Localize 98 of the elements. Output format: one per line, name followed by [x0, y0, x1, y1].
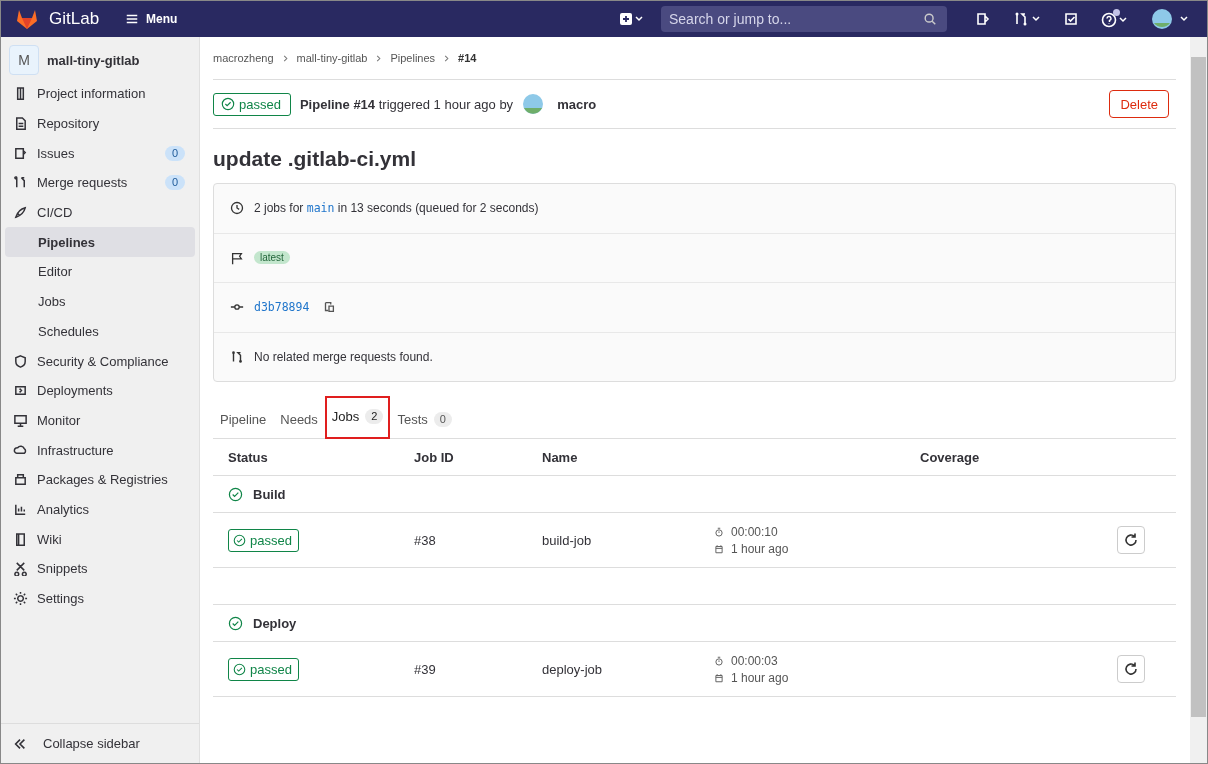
status-badge[interactable]: passed: [228, 528, 299, 552]
sidebar-item[interactable]: Infrastructure: [5, 435, 195, 465]
sidebar-item[interactable]: Wiki: [5, 524, 195, 554]
collapse-sidebar-button[interactable]: Collapse sidebar: [1, 723, 199, 763]
finished-time-text: 1 hour ago: [731, 670, 789, 685]
stopwatch-icon: [714, 526, 724, 537]
brand-name[interactable]: GitLab: [49, 9, 100, 29]
sidebar-subitem[interactable]: Schedules: [5, 316, 195, 347]
breadcrumb-link[interactable]: #14: [458, 52, 477, 64]
sidebar-subitem[interactable]: Pipelines: [5, 227, 195, 258]
sidebar-icon: [13, 472, 28, 488]
merge-requests-text: No related merge requests found.: [254, 349, 433, 364]
chevron-right-icon: [281, 54, 289, 62]
sidebar-subitem[interactable]: Editor: [5, 257, 195, 287]
retry-icon: [1123, 661, 1139, 677]
delete-button[interactable]: Delete: [1109, 90, 1169, 118]
project-name[interactable]: mall-tiny-gitlab: [47, 52, 140, 68]
retry-icon: [1123, 532, 1139, 548]
scrollbar[interactable]: [1190, 37, 1207, 763]
success-check-icon: [228, 486, 243, 502]
sidebar-item[interactable]: Packages & Registries: [5, 464, 195, 495]
status-badge[interactable]: passed: [213, 92, 291, 116]
finished-time-text: 1 hour ago: [731, 541, 789, 556]
breadcrumb-link[interactable]: macrozheng: [213, 52, 274, 64]
sidebar-subitem[interactable]: Jobs: [5, 286, 195, 317]
sidebar-icon: [13, 205, 28, 221]
sidebar-icon: [13, 116, 28, 132]
retry-button[interactable]: [1117, 655, 1145, 683]
calendar-icon: [714, 672, 724, 683]
calendar-icon: [714, 543, 724, 554]
sidebar-icon: [13, 561, 28, 577]
count-badge: 0: [164, 175, 185, 191]
merge-request-icon: [230, 349, 244, 364]
pipeline-trigger-text: Pipeline #14 triggered 1 hour ago by: [299, 96, 514, 112]
stage-name: Build: [253, 486, 286, 502]
tab[interactable]: Pipeline: [213, 402, 274, 439]
retry-button[interactable]: [1117, 526, 1145, 554]
search-icon: [923, 12, 937, 26]
job-name-link[interactable]: deploy-job: [542, 661, 602, 677]
double-chevron-left-icon: [13, 736, 27, 751]
job-id-link[interactable]: #39: [414, 661, 436, 677]
sidebar-item[interactable]: Monitor: [5, 405, 195, 436]
stopwatch-icon: [714, 655, 724, 666]
chevron-right-icon: [443, 54, 451, 62]
job-name-link[interactable]: build-job: [542, 532, 592, 548]
project-avatar[interactable]: M: [9, 45, 39, 75]
menu-button[interactable]: Menu: [121, 8, 182, 30]
status-badge[interactable]: passed: [228, 657, 299, 681]
sidebar-item[interactable]: Analytics: [5, 494, 195, 525]
tab[interactable]: Jobs 2: [324, 396, 391, 439]
breadcrumb-link[interactable]: mall-tiny-gitlab: [296, 52, 368, 64]
sidebar-item[interactable]: Repository: [5, 108, 195, 139]
commit-title: update .gitlab-ci.yml: [213, 147, 418, 171]
tab[interactable]: Tests 0: [390, 402, 459, 439]
merge-request-dropdown-icon[interactable]: [1013, 11, 1041, 27]
sidebar-item[interactable]: Snippets: [5, 554, 195, 584]
commit-sha-link[interactable]: d3b78894: [254, 300, 310, 315]
chevron-right-icon: [375, 54, 383, 62]
sidebar-item[interactable]: CI/CD: [5, 197, 195, 228]
sidebar-item[interactable]: Settings: [5, 583, 195, 614]
jobs-summary-text: 2 jobs for main in 13 seconds (queued for 2 seconds): [254, 201, 539, 216]
todo-checkbox-icon[interactable]: [1063, 11, 1079, 27]
sidebar-icon: [13, 353, 28, 369]
branch-link[interactable]: main: [306, 201, 335, 216]
column-header: Name: [542, 449, 579, 465]
stage-name: Deploy: [253, 615, 297, 631]
clock-icon: [230, 201, 244, 216]
job-id-link[interactable]: #38: [414, 532, 436, 548]
sidebar-item[interactable]: Project information: [5, 79, 195, 109]
breadcrumb-link[interactable]: Pipelines: [390, 52, 436, 64]
tab[interactable]: Needs: [273, 402, 325, 439]
fox-logo-icon[interactable]: [15, 8, 39, 30]
plus-dropdown-icon[interactable]: [617, 11, 645, 27]
user-avatar-dropdown[interactable]: [1151, 8, 1189, 30]
sidebar-item[interactable]: Issues 0: [5, 138, 195, 169]
duration-text: 00:00:10: [731, 524, 778, 539]
column-header: Coverage: [920, 449, 981, 465]
sidebar-icon: [13, 145, 28, 161]
count-badge: 0: [164, 145, 185, 161]
copy-icon[interactable]: [322, 300, 337, 315]
sidebar-icon: [13, 531, 28, 547]
sidebar-item[interactable]: Merge requests 0: [5, 168, 195, 198]
column-header: Status: [228, 449, 269, 465]
user-avatar[interactable]: [522, 93, 545, 115]
help-dropdown-icon[interactable]: [1101, 10, 1129, 28]
sidebar-icon: [13, 412, 28, 428]
column-header: Job ID: [414, 449, 455, 465]
issues-icon[interactable]: [975, 11, 991, 27]
latest-badge: latest: [254, 251, 290, 265]
search-field[interactable]: Search or jump to...: [661, 6, 947, 32]
sidebar-item[interactable]: Deployments: [5, 375, 195, 406]
flag-icon: [230, 250, 244, 265]
success-check-icon: [228, 615, 243, 631]
menu-icon: [125, 12, 140, 26]
user-link[interactable]: macro: [557, 96, 597, 112]
duration-text: 00:00:03: [731, 653, 778, 668]
sidebar-item[interactable]: Security & Compliance: [5, 346, 195, 376]
sidebar-icon: [13, 591, 28, 607]
